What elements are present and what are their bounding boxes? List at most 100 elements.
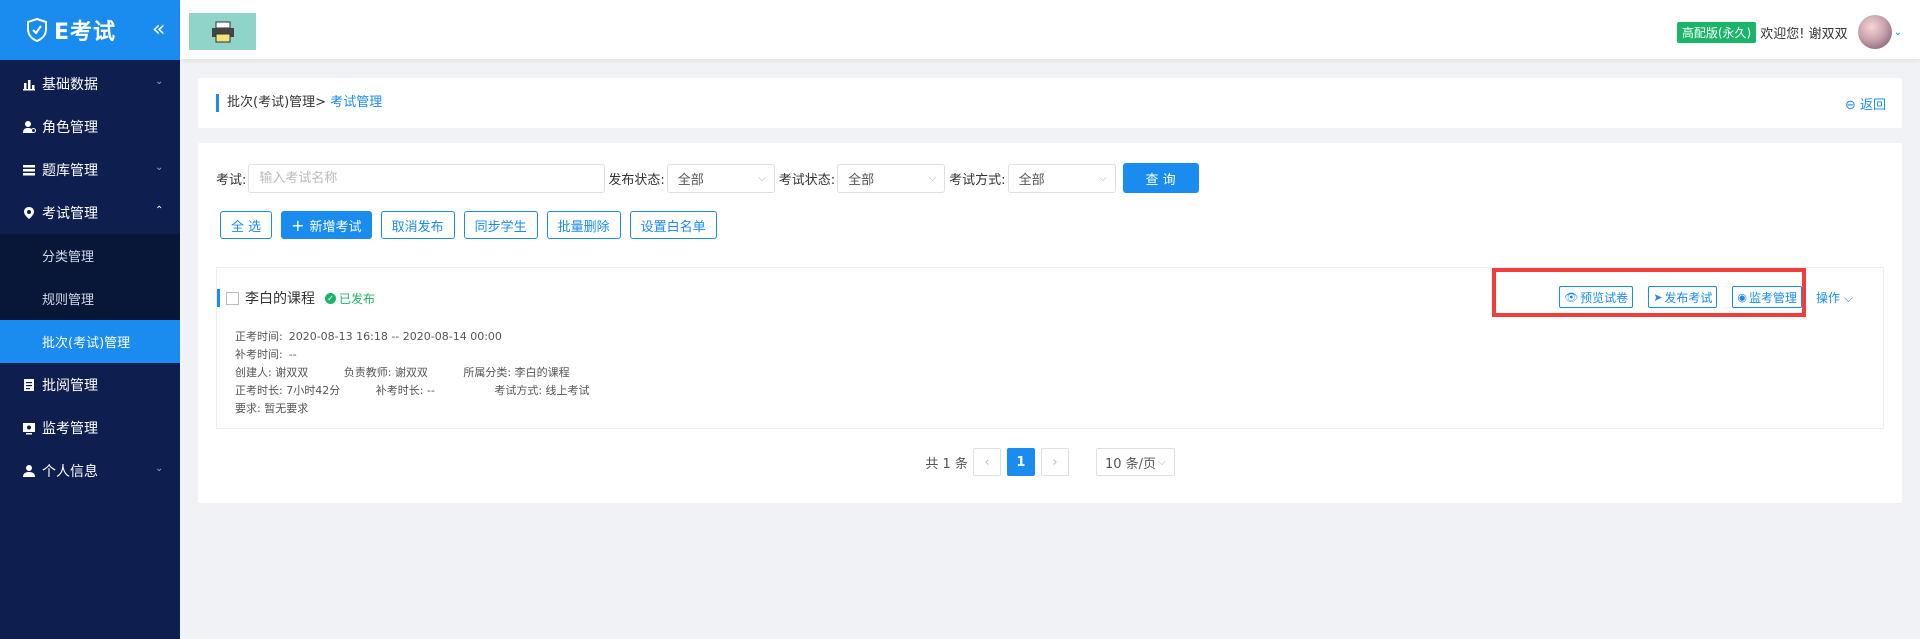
info-label: 正考时间:	[235, 330, 283, 343]
exam-name-label: 考试:	[216, 172, 247, 188]
sidebar-item-proctoring[interactable]: 监考管理	[0, 406, 180, 449]
sidebar-item-label: 个人信息	[42, 463, 98, 480]
sidebar-subitem-category[interactable]: 分类管理	[0, 234, 180, 277]
select-value: 全部	[848, 172, 875, 188]
logo: E考试 «	[0, 0, 180, 60]
sidebar-item-grading[interactable]: 批阅管理	[0, 363, 180, 406]
eye-icon: 👁	[1564, 290, 1579, 304]
sidebar: E考试 « 基础数据 ⌄ 角色管理 题库管理 ⌄ 考试管理 ⌃ 分类管理 规则管…	[0, 0, 180, 639]
exam-card-header: 李白的课程 ✓ 已发布	[217, 288, 375, 308]
info-row-formal-time: 正考时间: 2020-08-13 16:18 -- 2020-08-14 00:0…	[235, 328, 622, 346]
add-exam-button[interactable]: + 新增考试	[281, 211, 372, 239]
chevron-up-icon: ⌃	[155, 205, 164, 216]
chevron-down-icon: ⌵	[1843, 290, 1853, 305]
shield-logo-icon	[27, 18, 47, 42]
set-whitelist-button[interactable]: 设置白名单	[629, 211, 717, 239]
exam-checkbox[interactable]	[226, 291, 239, 305]
breadcrumb-parent[interactable]: 批次(考试)管理>	[227, 95, 326, 110]
publish-status-select[interactable]: 全部 ⌵	[666, 163, 775, 193]
info-value: --	[288, 348, 297, 361]
more-operations-dropdown[interactable]: 操作 ⌵	[1816, 289, 1853, 306]
cancel-publish-button[interactable]: 取消发布	[380, 211, 455, 239]
sidebar-item-role[interactable]: 角色管理	[0, 105, 180, 148]
exam-status-label: 考试状态:	[778, 172, 836, 188]
exam-status-select[interactable]: 全部 ⌵	[837, 163, 946, 193]
publish-exam-button[interactable]: ➤ 发布考试	[1648, 286, 1718, 308]
pagination: 共 1 条 ‹ 1 › 10 条/页 ⌵	[198, 448, 1902, 476]
sidebar-item-label: 题库管理	[42, 162, 98, 179]
sidebar-item-exam-management[interactable]: 考试管理 ⌃	[0, 191, 180, 234]
chevron-down-icon: ⌵	[928, 172, 937, 184]
category-text: 所属分类: 李白的课程	[463, 366, 570, 379]
requirement-text: 要求: 暂无要求	[235, 402, 309, 415]
note-icon	[24, 378, 34, 391]
chevron-down-icon: ⌄	[155, 463, 164, 474]
preview-paper-button[interactable]: 👁 预览试卷	[1559, 286, 1634, 308]
info-row-people: 创建人: 谢双双 负责教师: 谢双双 所属分类: 李白的课程	[235, 364, 622, 382]
page-size-select[interactable]: 10 条/页 ⌵	[1095, 448, 1175, 476]
exam-mode-text: 考试方式: 线上考试	[494, 384, 590, 397]
user-role-icon	[23, 120, 36, 133]
plan-badge: 高配版(永久)	[1676, 22, 1757, 43]
chevron-down-icon: ⌵	[758, 172, 766, 184]
chevron-down-icon[interactable]: ⌄	[1894, 27, 1902, 38]
collapse-sidebar-icon[interactable]: «	[152, 17, 166, 42]
exam-name-input[interactable]	[248, 163, 606, 193]
back-button[interactable]: ⊖ 返回	[1845, 94, 1886, 113]
chevron-down-icon: ⌵	[1158, 456, 1166, 468]
header-user-area: 高配版(永久) 欢迎您! 谢双双 ⌄	[1676, 15, 1902, 49]
person-icon	[23, 464, 35, 477]
back-circle-icon: ⊖	[1844, 98, 1856, 113]
info-label: 补考时间:	[235, 348, 283, 361]
breadcrumb-panel: 批次(考试)管理> 考试管理 ⊖ 返回	[198, 78, 1902, 128]
chart-icon	[23, 79, 35, 90]
app-thumbnail[interactable]	[189, 13, 256, 50]
sidebar-item-personal-info[interactable]: 个人信息 ⌄	[0, 449, 180, 492]
chevron-down-icon: ⌄	[155, 162, 164, 173]
send-icon: ➤	[1653, 290, 1663, 304]
sidebar-item-label: 考试管理	[42, 205, 98, 222]
batch-delete-button[interactable]: 批量删除	[546, 211, 621, 239]
more-label: 操作	[1816, 290, 1841, 305]
check-circle-icon: ✓	[325, 292, 336, 304]
sidebar-item-label: 监考管理	[42, 420, 98, 437]
creator-text: 创建人: 谢双双	[235, 366, 309, 379]
location-icon	[24, 206, 34, 219]
sidebar-item-basic-data[interactable]: 基础数据 ⌄	[0, 62, 180, 105]
sidebar-item-label: 分类管理	[42, 250, 95, 265]
proctor-manage-button[interactable]: ◉ 监考管理	[1732, 286, 1803, 308]
sidebar-item-label: 基础数据	[42, 76, 98, 93]
info-row-requirement: 要求: 暂无要求	[235, 400, 622, 418]
sidebar-item-label: 规则管理	[42, 293, 95, 308]
sidebar-item-label: 批阅管理	[42, 377, 98, 394]
sidebar-item-label: 批次(考试)管理	[42, 336, 131, 351]
next-page-button[interactable]: ›	[1040, 448, 1069, 476]
query-button[interactable]: 查 询	[1122, 163, 1199, 193]
total-count: 共 1 条	[925, 456, 968, 472]
chevron-down-icon: ⌵	[1098, 172, 1107, 184]
sidebar-subitem-rules[interactable]: 规则管理	[0, 277, 180, 320]
page-number-current[interactable]: 1	[1006, 448, 1035, 476]
info-row-makeup-time: 补考时间: --	[235, 346, 622, 364]
avatar[interactable]	[1857, 15, 1892, 49]
select-all-button[interactable]: 全 选	[220, 211, 273, 239]
sidebar-subitem-batch-exam[interactable]: 批次(考试)管理	[0, 320, 180, 363]
info-value: 2020-08-13 16:18 -- 2020-08-14 00:00	[288, 330, 502, 343]
sidebar-nav: 基础数据 ⌄ 角色管理 题库管理 ⌄ 考试管理 ⌃	[0, 60, 180, 234]
breadcrumb: 批次(考试)管理> 考试管理	[216, 94, 382, 112]
chevron-down-icon: ⌄	[155, 76, 164, 87]
monitor-label: 监考管理	[1749, 290, 1798, 305]
exam-list-panel: 考试: 发布状态: 全部 ⌵ 考试状态: 全部 ⌵ 考试方式: 全部 ⌵ 查 询…	[198, 143, 1902, 503]
add-exam-label: 新增考试	[309, 219, 362, 235]
exam-card: 李白的课程 ✓ 已发布 👁 预览试卷 ➤ 发布考试 ◉ 监考管理 操作 ⌵ 正考…	[216, 267, 1884, 429]
logo-text: E考试	[54, 20, 117, 45]
monitor-icon	[23, 422, 35, 434]
select-value: 全部	[1018, 172, 1045, 188]
exam-mode-select[interactable]: 全部 ⌵	[1007, 163, 1116, 193]
exam-mode-label: 考试方式:	[949, 172, 1006, 188]
prev-page-button[interactable]: ‹	[972, 448, 1001, 476]
sidebar-item-question-bank[interactable]: 题库管理 ⌄	[0, 148, 180, 191]
publish-label: 发布考试	[1664, 290, 1713, 305]
sync-students-button[interactable]: 同步学生	[463, 211, 538, 239]
sidebar-nav-lower: 批阅管理 监考管理 个人信息 ⌄	[0, 363, 180, 492]
